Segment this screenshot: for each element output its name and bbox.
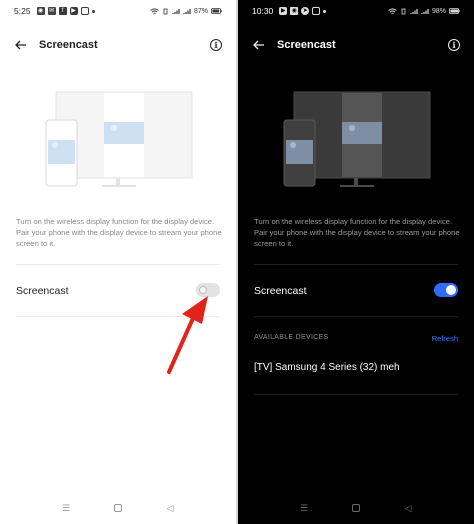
vibrate-icon <box>401 8 406 14</box>
screencast-label: Screencast <box>16 285 69 297</box>
dark-screen: 10:30 ▶ ◉ ➤ 98% Screencast i Turn on the… <box>238 0 474 524</box>
signal-icon <box>410 8 418 14</box>
back-nav-button[interactable]: ◁ <box>163 502 177 514</box>
signal-icon <box>172 8 180 14</box>
battery-icon <box>211 8 222 14</box>
battery-percent: 98% <box>431 7 446 15</box>
status-bar: 10:30 ▶ ◉ ➤ 98% <box>238 0 474 22</box>
notification-icon: ◉ <box>36 7 45 15</box>
app-bar: Screencast i <box>238 34 474 56</box>
info-icon: i <box>214 40 218 50</box>
home-button[interactable] <box>349 502 363 514</box>
nav-bar: ☰ ◁ <box>0 498 236 518</box>
page-title: Screencast <box>277 39 336 51</box>
system-status: 98% <box>388 8 460 15</box>
battery-percent: 87% <box>193 7 208 15</box>
notification-icon: ◉ <box>290 7 299 15</box>
divider <box>254 394 458 395</box>
app-bar: Screencast i <box>0 34 236 56</box>
notification-icons: ◉ ✉ f ▶ <box>36 7 95 15</box>
screenshot-comparison: 5:25 ◉ ✉ f ▶ 87% Screencast i Turn on th… <box>0 0 474 524</box>
divider <box>16 264 220 265</box>
menu-button[interactable]: ☰ <box>59 502 73 514</box>
facebook-icon: f <box>58 7 67 15</box>
instagram-icon <box>80 7 89 15</box>
youtube-icon: ▶ <box>279 7 288 15</box>
vibrate-icon <box>163 8 168 14</box>
wifi-icon <box>150 7 159 14</box>
menu-button[interactable]: ☰ <box>297 502 311 514</box>
divider <box>254 316 458 317</box>
dot-icon <box>91 9 95 13</box>
screencast-description: Turn on the wireless display function fo… <box>16 217 222 248</box>
screencast-illustration <box>283 91 431 187</box>
status-time: 5:25 <box>14 6 31 16</box>
page-title: Screencast <box>39 39 98 51</box>
triangle-back-icon: ◁ <box>166 502 174 513</box>
status-time: 10:30 <box>252 6 274 16</box>
screencast-description: Turn on the wireless display function fo… <box>254 217 460 248</box>
dot-icon <box>323 9 327 13</box>
screencast-illustration <box>45 91 193 187</box>
back-button[interactable] <box>252 38 266 52</box>
menu-icon: ☰ <box>299 502 309 513</box>
signal-icon <box>421 8 429 14</box>
annotation-arrow <box>167 296 208 374</box>
home-button[interactable] <box>111 502 125 514</box>
back-arrow-icon <box>15 40 26 50</box>
info-button[interactable]: i <box>448 39 460 51</box>
triangle-back-icon: ◁ <box>404 502 412 513</box>
device-item[interactable]: [TV] Samsung 4 Series (32) meh <box>254 362 400 373</box>
telegram-icon: ➤ <box>301 7 310 15</box>
screencast-label: Screencast <box>254 285 307 297</box>
signal-icon <box>183 8 191 14</box>
available-devices-heading: AVAILABLE DEVICES <box>254 334 329 341</box>
notification-icons: ▶ ◉ ➤ <box>279 7 327 15</box>
status-bar: 5:25 ◉ ✉ f ▶ 87% <box>0 0 236 22</box>
light-screen: 5:25 ◉ ✉ f ▶ 87% Screencast i Turn on th… <box>0 0 236 524</box>
nav-bar: ☰ ◁ <box>238 498 474 518</box>
instagram-icon <box>312 7 321 15</box>
info-icon: i <box>452 40 456 50</box>
back-button[interactable] <box>14 38 28 52</box>
battery-icon <box>449 8 460 14</box>
toggle-knob <box>446 285 456 295</box>
screencast-toggle[interactable] <box>434 283 458 297</box>
wifi-icon <box>388 7 397 14</box>
home-icon <box>352 504 360 512</box>
back-arrow-icon <box>253 40 264 50</box>
back-nav-button[interactable]: ◁ <box>401 502 415 514</box>
system-status: 87% <box>150 8 222 15</box>
refresh-button[interactable]: Refresh <box>432 334 458 343</box>
menu-icon: ☰ <box>61 502 71 513</box>
notification-icon: ✉ <box>47 7 56 15</box>
info-button[interactable]: i <box>210 39 222 51</box>
home-icon <box>114 504 122 512</box>
youtube-icon: ▶ <box>69 7 78 15</box>
divider <box>254 264 458 265</box>
